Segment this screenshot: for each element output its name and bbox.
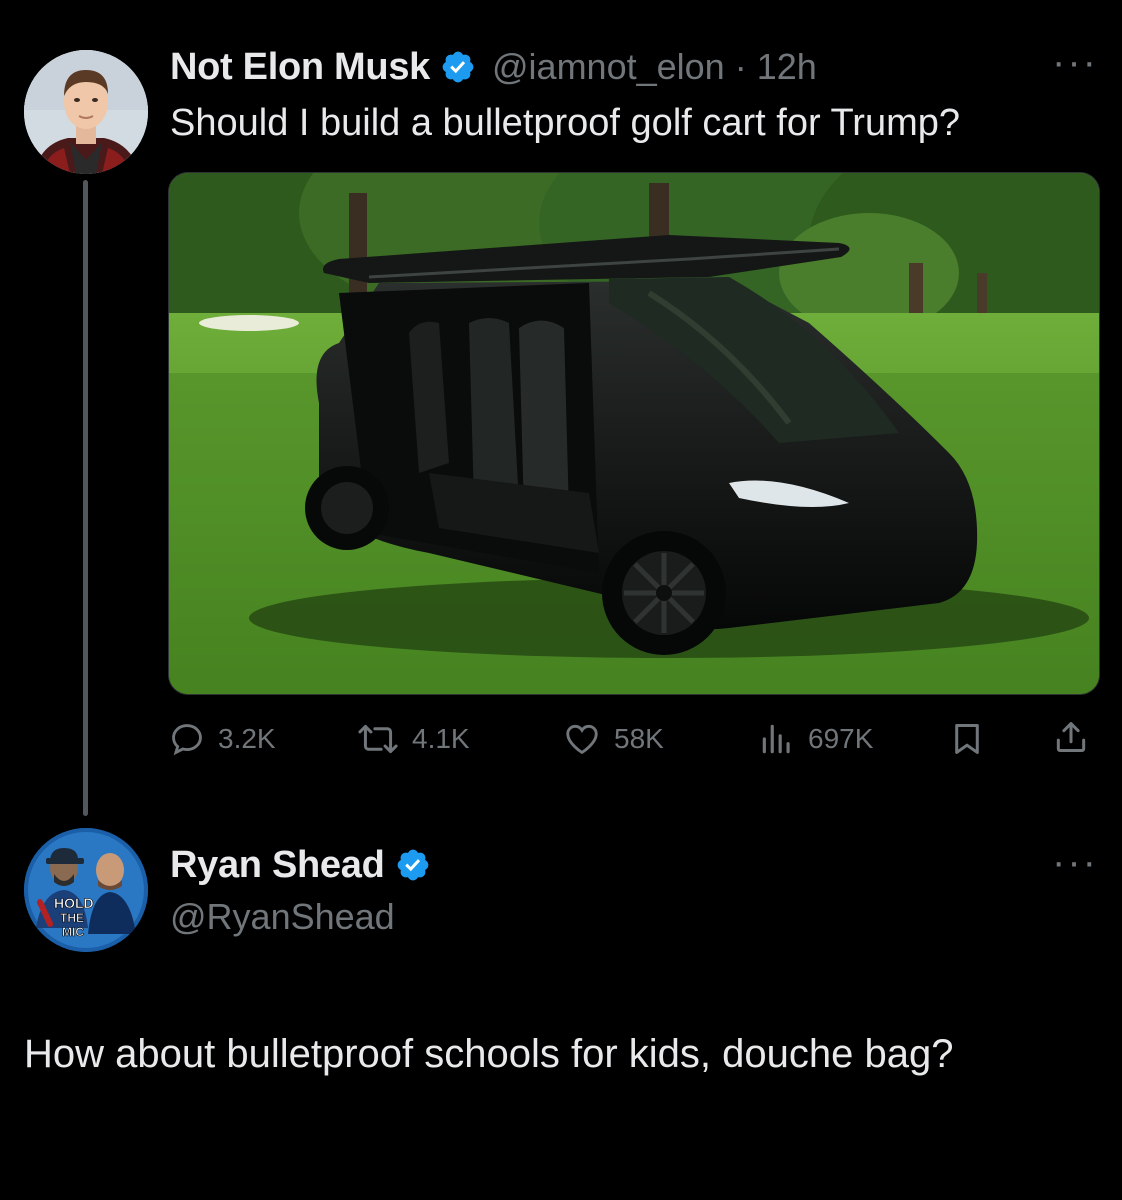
verified-badge-icon bbox=[442, 51, 474, 83]
author-name[interactable]: Not Elon Musk bbox=[170, 46, 430, 89]
bookmark-button[interactable] bbox=[948, 720, 986, 758]
heart-icon bbox=[566, 724, 598, 755]
share-icon bbox=[1056, 722, 1086, 752]
tweet-timestamp[interactable]: 12h bbox=[757, 46, 817, 88]
more-options-icon[interactable]: ··· bbox=[1052, 42, 1098, 82]
reply-author-handle[interactable]: @RyanShead bbox=[170, 896, 395, 938]
bookmark-icon bbox=[955, 724, 979, 754]
reply-button[interactable]: 3.2K bbox=[168, 720, 276, 758]
repost-button[interactable]: 4.1K bbox=[356, 720, 470, 758]
reply-more-options-icon[interactable]: ··· bbox=[1052, 842, 1098, 882]
tweet-media-image[interactable] bbox=[168, 172, 1100, 695]
tweet-text: Should I build a bulletproof golf cart f… bbox=[170, 102, 961, 144]
reply-header: Ryan Shead bbox=[170, 842, 431, 888]
view-count: 697K bbox=[808, 723, 874, 754]
views-button[interactable]: 697K bbox=[758, 720, 873, 758]
reply-text: How about bulletproof schools for kids, … bbox=[24, 1032, 954, 1076]
like-button[interactable]: 58K bbox=[562, 720, 664, 758]
repost-count: 4.1K bbox=[412, 723, 470, 754]
avatar-portrait-image bbox=[24, 50, 148, 174]
golf-cart-photo bbox=[169, 173, 1099, 694]
like-count: 58K bbox=[614, 723, 664, 754]
author-avatar[interactable] bbox=[24, 50, 148, 174]
logo-line-hold: HOLD bbox=[54, 895, 94, 911]
reply-author-name[interactable]: Ryan Shead bbox=[170, 844, 385, 887]
reply-icon bbox=[172, 724, 202, 756]
reply-author-avatar[interactable]: HOLD THE MIC bbox=[24, 828, 148, 952]
dot-separator: · bbox=[734, 46, 747, 87]
hold-the-mic-logo-image: HOLD THE MIC bbox=[24, 828, 148, 952]
tweet-header: Not Elon Musk @iamnot_elon · 12h bbox=[170, 44, 817, 90]
reply-count: 3.2K bbox=[218, 723, 276, 754]
logo-line-the: THE bbox=[60, 911, 84, 925]
logo-line-mic: MIC bbox=[62, 925, 84, 939]
share-button[interactable] bbox=[1052, 718, 1090, 756]
author-handle[interactable]: @iamnot_elon bbox=[492, 46, 725, 88]
verified-badge-icon bbox=[397, 849, 428, 881]
analytics-icon bbox=[762, 724, 790, 754]
thread-connector-line bbox=[83, 180, 88, 816]
repost-icon bbox=[358, 724, 398, 754]
